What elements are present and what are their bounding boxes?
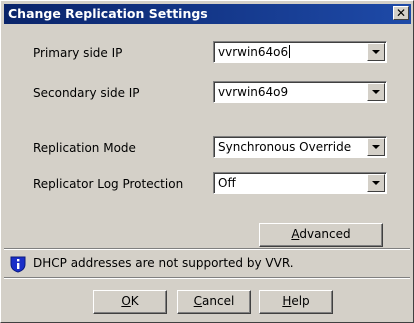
primary-ip-dropdown-button[interactable] [367, 43, 385, 61]
log-protection-dropdown-button[interactable] [367, 174, 385, 192]
secondary-ip-label: Secondary side IP [33, 86, 140, 100]
cancel-button[interactable]: Cancel [177, 290, 251, 314]
log-protection-select[interactable]: Off [213, 172, 387, 194]
close-icon: ✕ [395, 6, 407, 20]
change-replication-settings-dialog: Change Replication Settings ✕ Primary si… [0, 0, 414, 323]
advanced-label-rest: dvanced [299, 227, 351, 241]
replication-mode-label: Replication Mode [33, 141, 136, 155]
help-mnemonic: H [282, 294, 292, 308]
advanced-button[interactable]: Advanced [259, 223, 383, 247]
close-button[interactable]: ✕ [393, 6, 409, 20]
replication-mode-dropdown-button[interactable] [367, 138, 385, 156]
replication-mode-value[interactable]: Synchronous Override [218, 140, 351, 154]
text-caret [289, 45, 291, 58]
primary-ip-label: Primary side IP [33, 46, 123, 60]
log-protection-label: Replicator Log Protection [33, 177, 184, 191]
separator-bottom [4, 277, 410, 279]
cancel-mnemonic: C [193, 294, 203, 308]
replication-mode-select[interactable]: Synchronous Override [213, 136, 387, 158]
separator-top [4, 248, 410, 250]
ok-button[interactable]: OK [93, 290, 167, 314]
dhcp-info-message: DHCP addresses are not supported by VVR. [33, 256, 294, 270]
title-bar[interactable]: Change Replication Settings ✕ [4, 4, 411, 24]
secondary-ip-value[interactable]: vvrwin64o9 [218, 85, 288, 99]
secondary-ip-combo[interactable]: vvrwin64o9 [213, 81, 387, 103]
ok-label-rest: K [130, 294, 139, 308]
info-shield-icon [10, 256, 26, 273]
primary-ip-value[interactable]: vvrwin64o6 [218, 45, 291, 59]
dialog-title: Change Replication Settings [8, 6, 208, 21]
ok-mnemonic: O [121, 294, 131, 308]
primary-ip-combo[interactable]: vvrwin64o6 [213, 41, 387, 63]
secondary-ip-dropdown-button[interactable] [367, 83, 385, 101]
cancel-label-rest: ancel [202, 294, 235, 308]
help-button[interactable]: Help [259, 290, 333, 314]
log-protection-value[interactable]: Off [218, 176, 236, 190]
help-label-rest: elp [291, 294, 310, 308]
